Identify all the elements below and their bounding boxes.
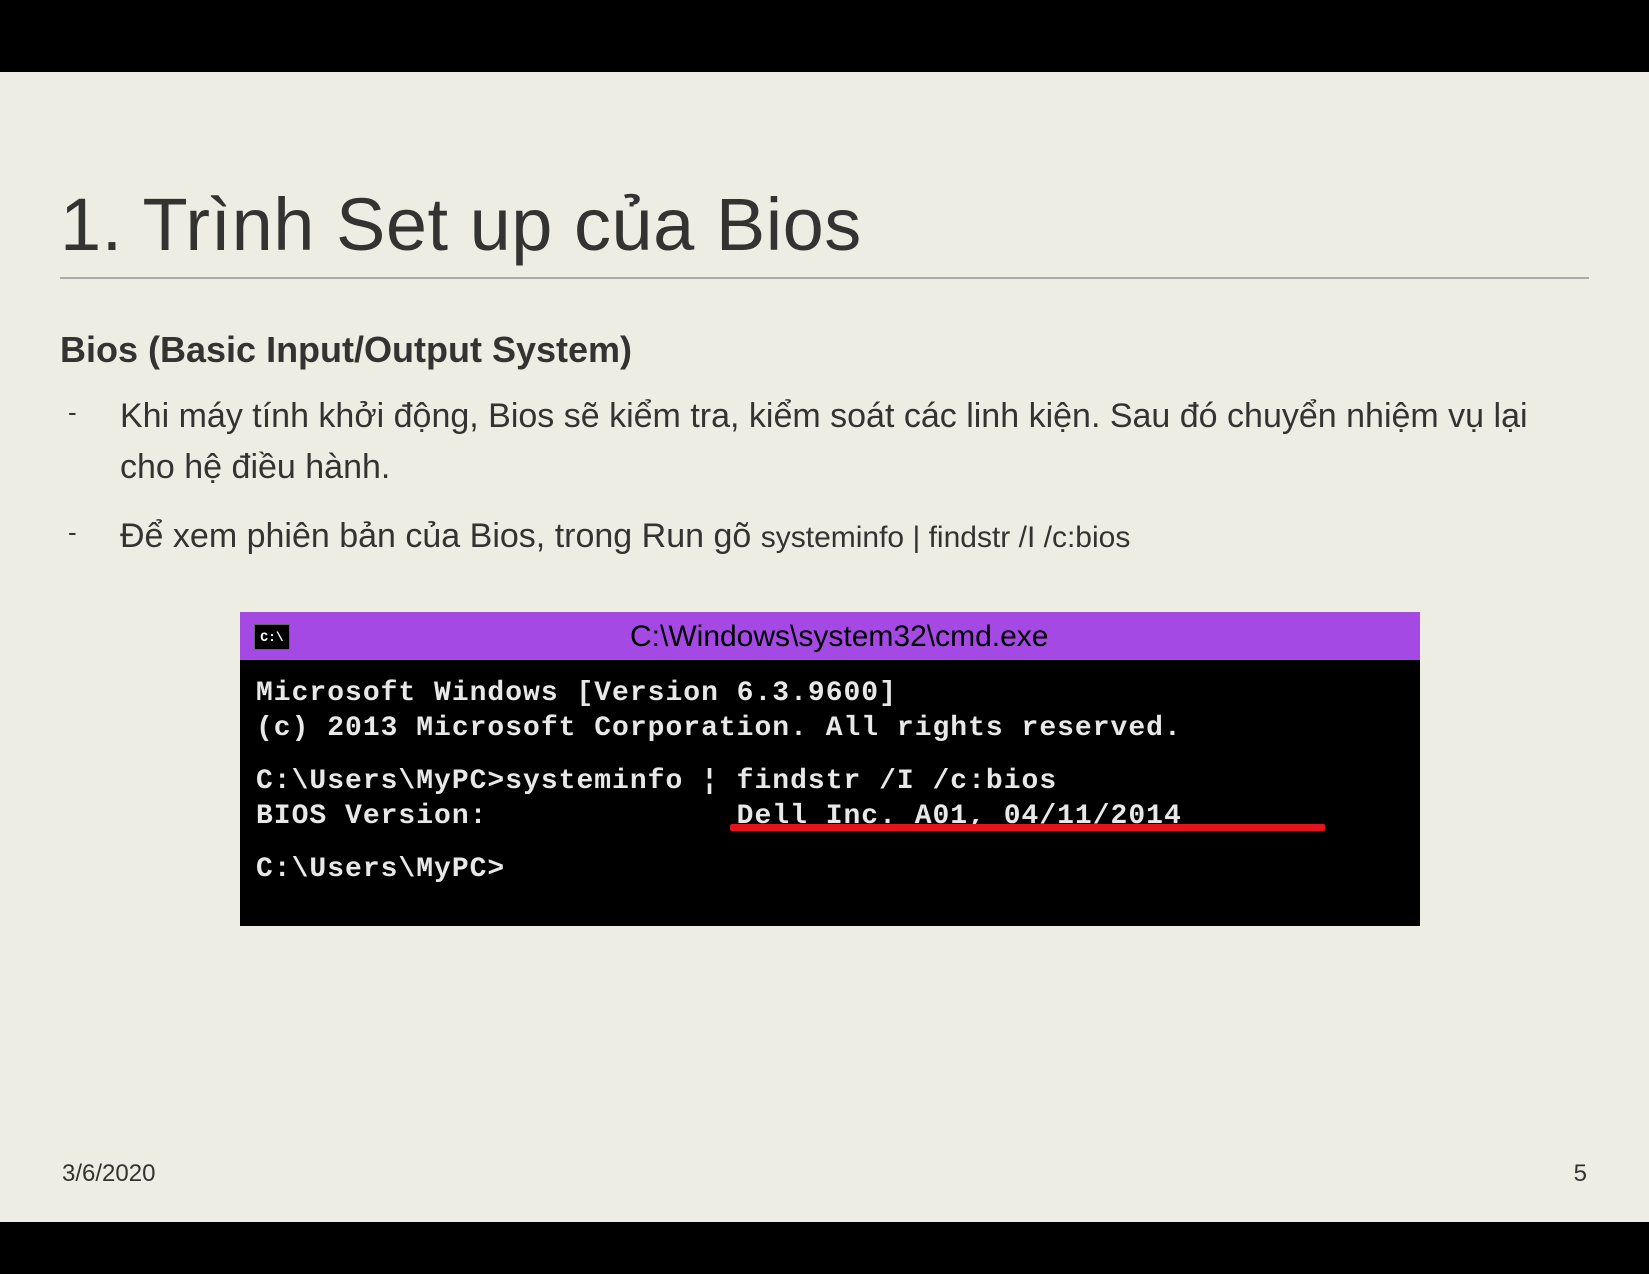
inline-command: systeminfo | findstr /I /c:bios [761,521,1131,554]
slide: 1. Trình Set up của Bios Bios (Basic Inp… [0,72,1649,1222]
footer-date: 3/6/2020 [62,1160,155,1188]
bullet-list: Khi máy tính khởi động, Bios sẽ kiểm tra… [60,391,1589,562]
terminal-body: Microsoft Windows [Version 6.3.9600] (c)… [240,662,1420,926]
terminal-titlebar: C:\ C:\Windows\system32\cmd.exe [240,612,1420,662]
terminal-line: C:\Users\MyPC>systeminfo ¦ findstr /I /c… [256,764,1404,799]
list-item: Để xem phiên bản của Bios, trong Run gõ … [60,511,1589,562]
terminal-title: C:\Windows\system32\cmd.exe [630,620,1048,654]
subtitle: Bios (Basic Input/Output System) [60,329,1589,371]
highlight-underline [730,824,1325,831]
page: 1. Trình Set up của Bios Bios (Basic Inp… [0,0,1649,1274]
bullet-text: Để xem phiên bản của Bios, trong Run gõ [120,517,751,555]
terminal-line: C:\Users\MyPC> [256,852,1404,887]
title-block: 1. Trình Set up của Bios [60,182,1589,279]
terminal-spacer [256,834,1404,852]
terminal-window: C:\ C:\Windows\system32\cmd.exe Microsof… [240,612,1420,926]
list-item: Khi máy tính khởi động, Bios sẽ kiểm tra… [60,391,1589,493]
terminal-line: Microsoft Windows [Version 6.3.9600] [256,676,1404,711]
terminal-spacer [256,746,1404,764]
terminal-line: (c) 2013 Microsoft Corporation. All righ… [256,711,1404,746]
cmd-icon: C:\ [254,624,290,650]
bullet-text: Khi máy tính khởi động, Bios sẽ kiểm tra… [120,397,1528,486]
footer-page-number: 5 [1574,1160,1587,1188]
slide-title: 1. Trình Set up của Bios [60,182,1589,267]
